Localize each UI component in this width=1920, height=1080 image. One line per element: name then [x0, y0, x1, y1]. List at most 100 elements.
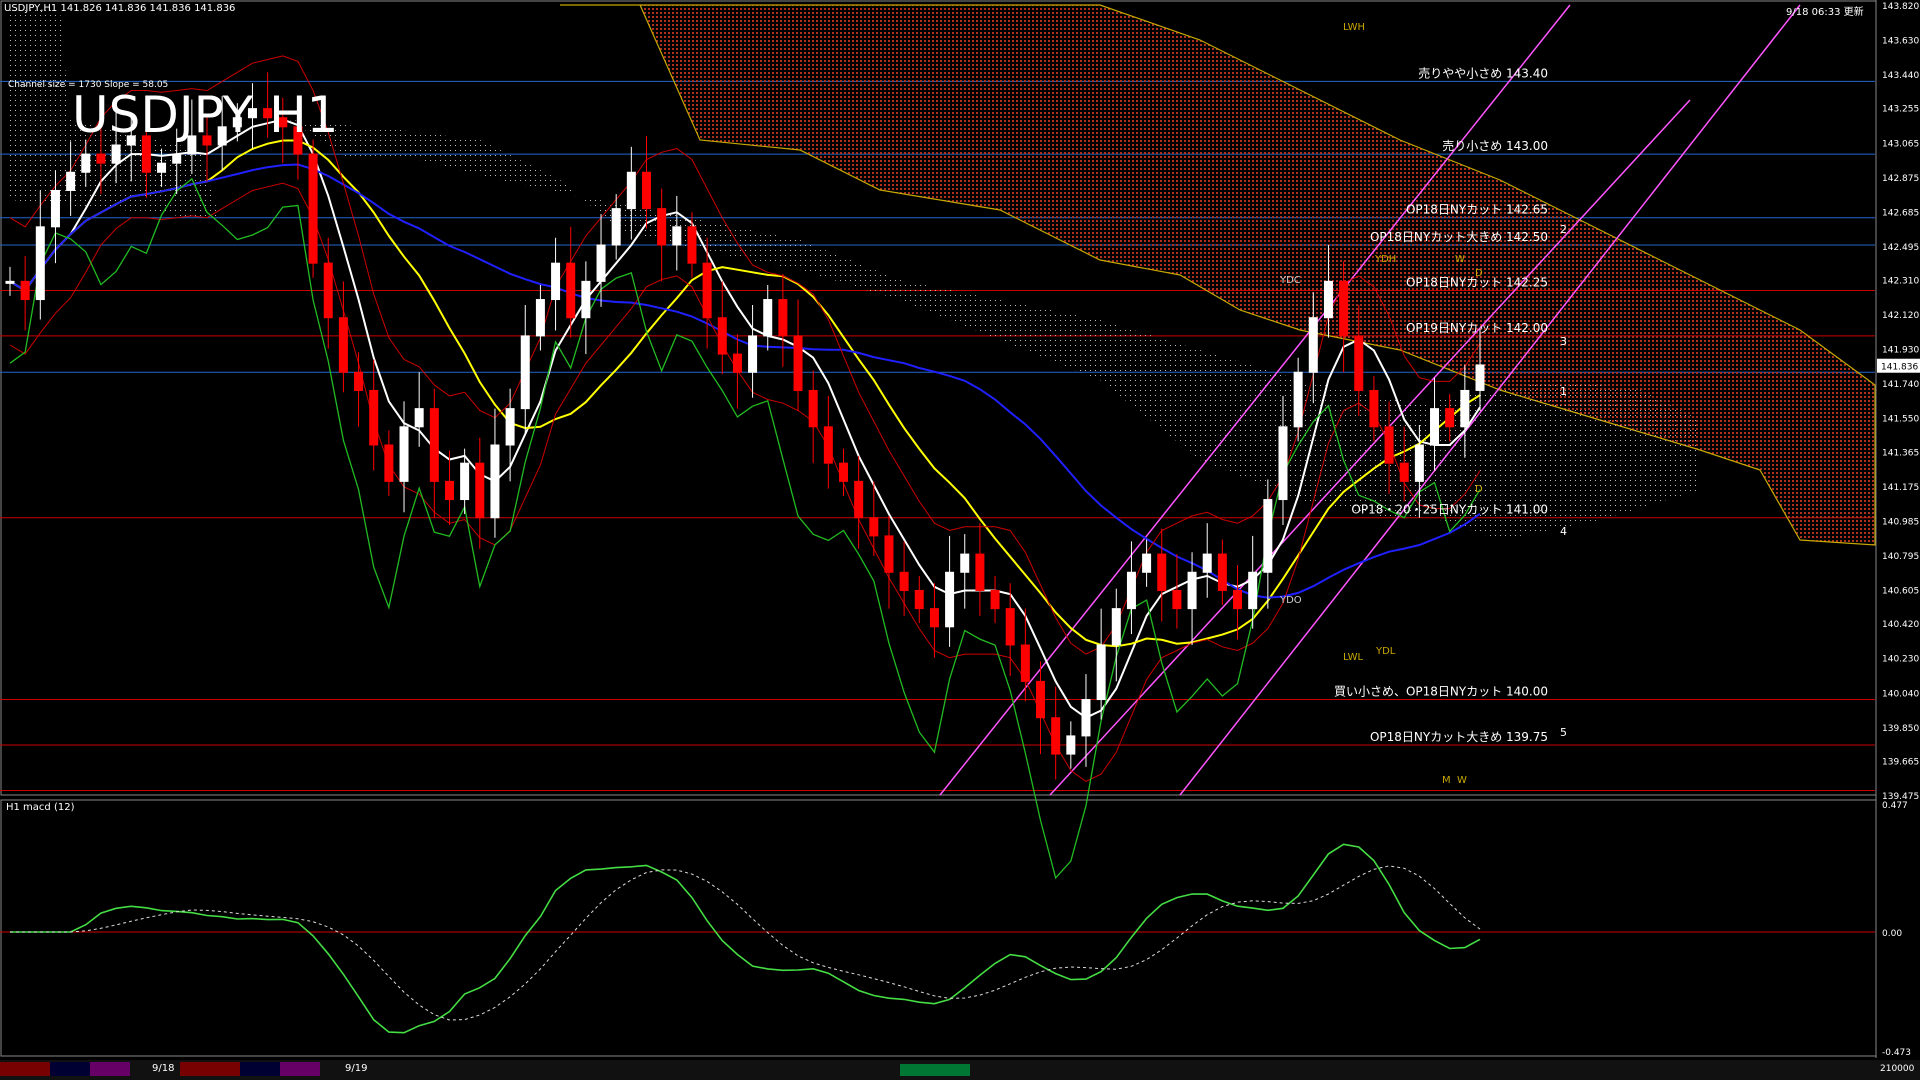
box-label: D [1475, 268, 1483, 279]
candle-body [581, 280, 591, 319]
candle-body [945, 571, 955, 628]
candle-body [869, 517, 879, 537]
macd-tick: 0.00 [1882, 929, 1902, 939]
price-tick: 140.985 [1882, 517, 1919, 527]
candle-body [157, 162, 167, 173]
price-tick: 141.550 [1882, 415, 1919, 425]
box-label: W [1457, 775, 1467, 786]
candle-body [1354, 335, 1364, 391]
candle-body [1217, 553, 1227, 591]
price-tick: 141.175 [1882, 483, 1919, 493]
candle-body [611, 208, 621, 246]
candle-body [172, 153, 182, 164]
level-label: OP18日NYカット大きめ 142.50 [1370, 230, 1548, 244]
candle-body [1430, 408, 1440, 446]
candle-body [20, 280, 30, 301]
channel-number: 1 [1560, 385, 1567, 398]
price-tick: 140.040 [1882, 689, 1919, 699]
candle-body [50, 189, 60, 228]
candle-body [1202, 553, 1212, 573]
candle-body [596, 244, 606, 282]
candle-body [323, 262, 333, 319]
price-tick: 141.930 [1882, 346, 1919, 356]
candle-body [1142, 553, 1152, 573]
level-label: 売りやや小さめ 143.40 [1418, 65, 1548, 80]
candle-body [717, 317, 727, 355]
box-label: W [1455, 254, 1465, 265]
box-label: M [1442, 775, 1451, 786]
candle-body [1248, 571, 1258, 610]
candle-body [35, 226, 45, 301]
candle-body [1384, 426, 1394, 464]
macd-signal-line [10, 865, 1481, 1021]
price-tick: 143.820 [1882, 2, 1919, 12]
candle-body [1005, 608, 1015, 646]
candle-body [444, 480, 454, 501]
price-tick: 142.875 [1882, 174, 1919, 184]
channel-number: 5 [1560, 726, 1567, 739]
current-price-label: 141.836 [1881, 363, 1918, 373]
price-tick: 140.795 [1882, 552, 1919, 562]
symbol-line: USDJPY,H1 141.826 141.836 141.836 141.83… [4, 3, 236, 14]
candle-body [535, 299, 545, 337]
candle-body [929, 608, 939, 628]
candle-body [1081, 699, 1091, 737]
level-label: OP18・20・25日NYカット 141.00 [1351, 503, 1548, 517]
price-tick: 140.605 [1882, 587, 1919, 597]
price-axis: 143.820 143.630 143.440 143.255 143.065 142.8… [1875, 0, 1920, 1058]
candle-body [854, 480, 864, 519]
level-label: 売り小さめ 143.00 [1442, 138, 1548, 153]
level-label: OP18日NYカット大きめ 139.75 [1370, 730, 1548, 744]
candle-body [354, 371, 364, 391]
macd-line [10, 843, 1481, 1034]
price-tick: 141.365 [1882, 448, 1919, 458]
candle-body [748, 335, 758, 373]
level-label: 買い小さめ、OP18日NYカット 140.00 [1334, 685, 1548, 699]
price-tick: 142.685 [1882, 208, 1919, 218]
candle-body [657, 208, 667, 246]
candle-body [1399, 462, 1409, 482]
candle-body [793, 335, 803, 391]
price-tick: 140.230 [1882, 655, 1919, 665]
box-label: YDH [1374, 254, 1396, 265]
candle-body [96, 153, 106, 164]
price-tick: 143.065 [1882, 139, 1919, 149]
candle-body [1096, 644, 1106, 701]
candle-body [505, 408, 515, 446]
price-tick: 139.665 [1882, 757, 1919, 767]
candle-body [975, 553, 985, 591]
candle-body [1339, 280, 1349, 337]
macd-frame [0, 799, 1877, 1057]
date-label-1: 9/18 [152, 1063, 175, 1074]
candle-body [5, 280, 15, 284]
candle-body [1293, 371, 1303, 428]
candle-body [399, 426, 409, 482]
candle-body [111, 144, 121, 164]
candle-body [384, 444, 394, 482]
box-label: LWH [1343, 22, 1365, 33]
candle-body [732, 353, 742, 373]
candle-body [475, 462, 485, 519]
candle-body [914, 589, 924, 610]
price-tick: 142.120 [1882, 311, 1919, 321]
macd-panel: 0.477 0.00 -0.473 [0, 801, 1911, 1058]
candle-body [626, 171, 636, 210]
price-tick: 142.310 [1882, 277, 1919, 287]
candle-body [551, 262, 561, 301]
channel-number: 4 [1560, 525, 1567, 538]
price-tick: 143.255 [1882, 105, 1919, 115]
macd-footer: 210000 [1880, 1064, 1915, 1074]
candle-body [672, 226, 682, 246]
candle-body [990, 589, 1000, 610]
candle-body [369, 389, 379, 446]
candle-body [823, 426, 833, 464]
candle-body [520, 335, 530, 410]
box-label: YDO [1279, 595, 1302, 606]
candle-body [1036, 680, 1046, 719]
candle-body [778, 299, 788, 337]
candle-body [81, 153, 91, 173]
candle-body [308, 153, 318, 264]
candle-body [1445, 408, 1455, 428]
candle-body [1460, 389, 1470, 428]
candle-body [1126, 571, 1136, 610]
